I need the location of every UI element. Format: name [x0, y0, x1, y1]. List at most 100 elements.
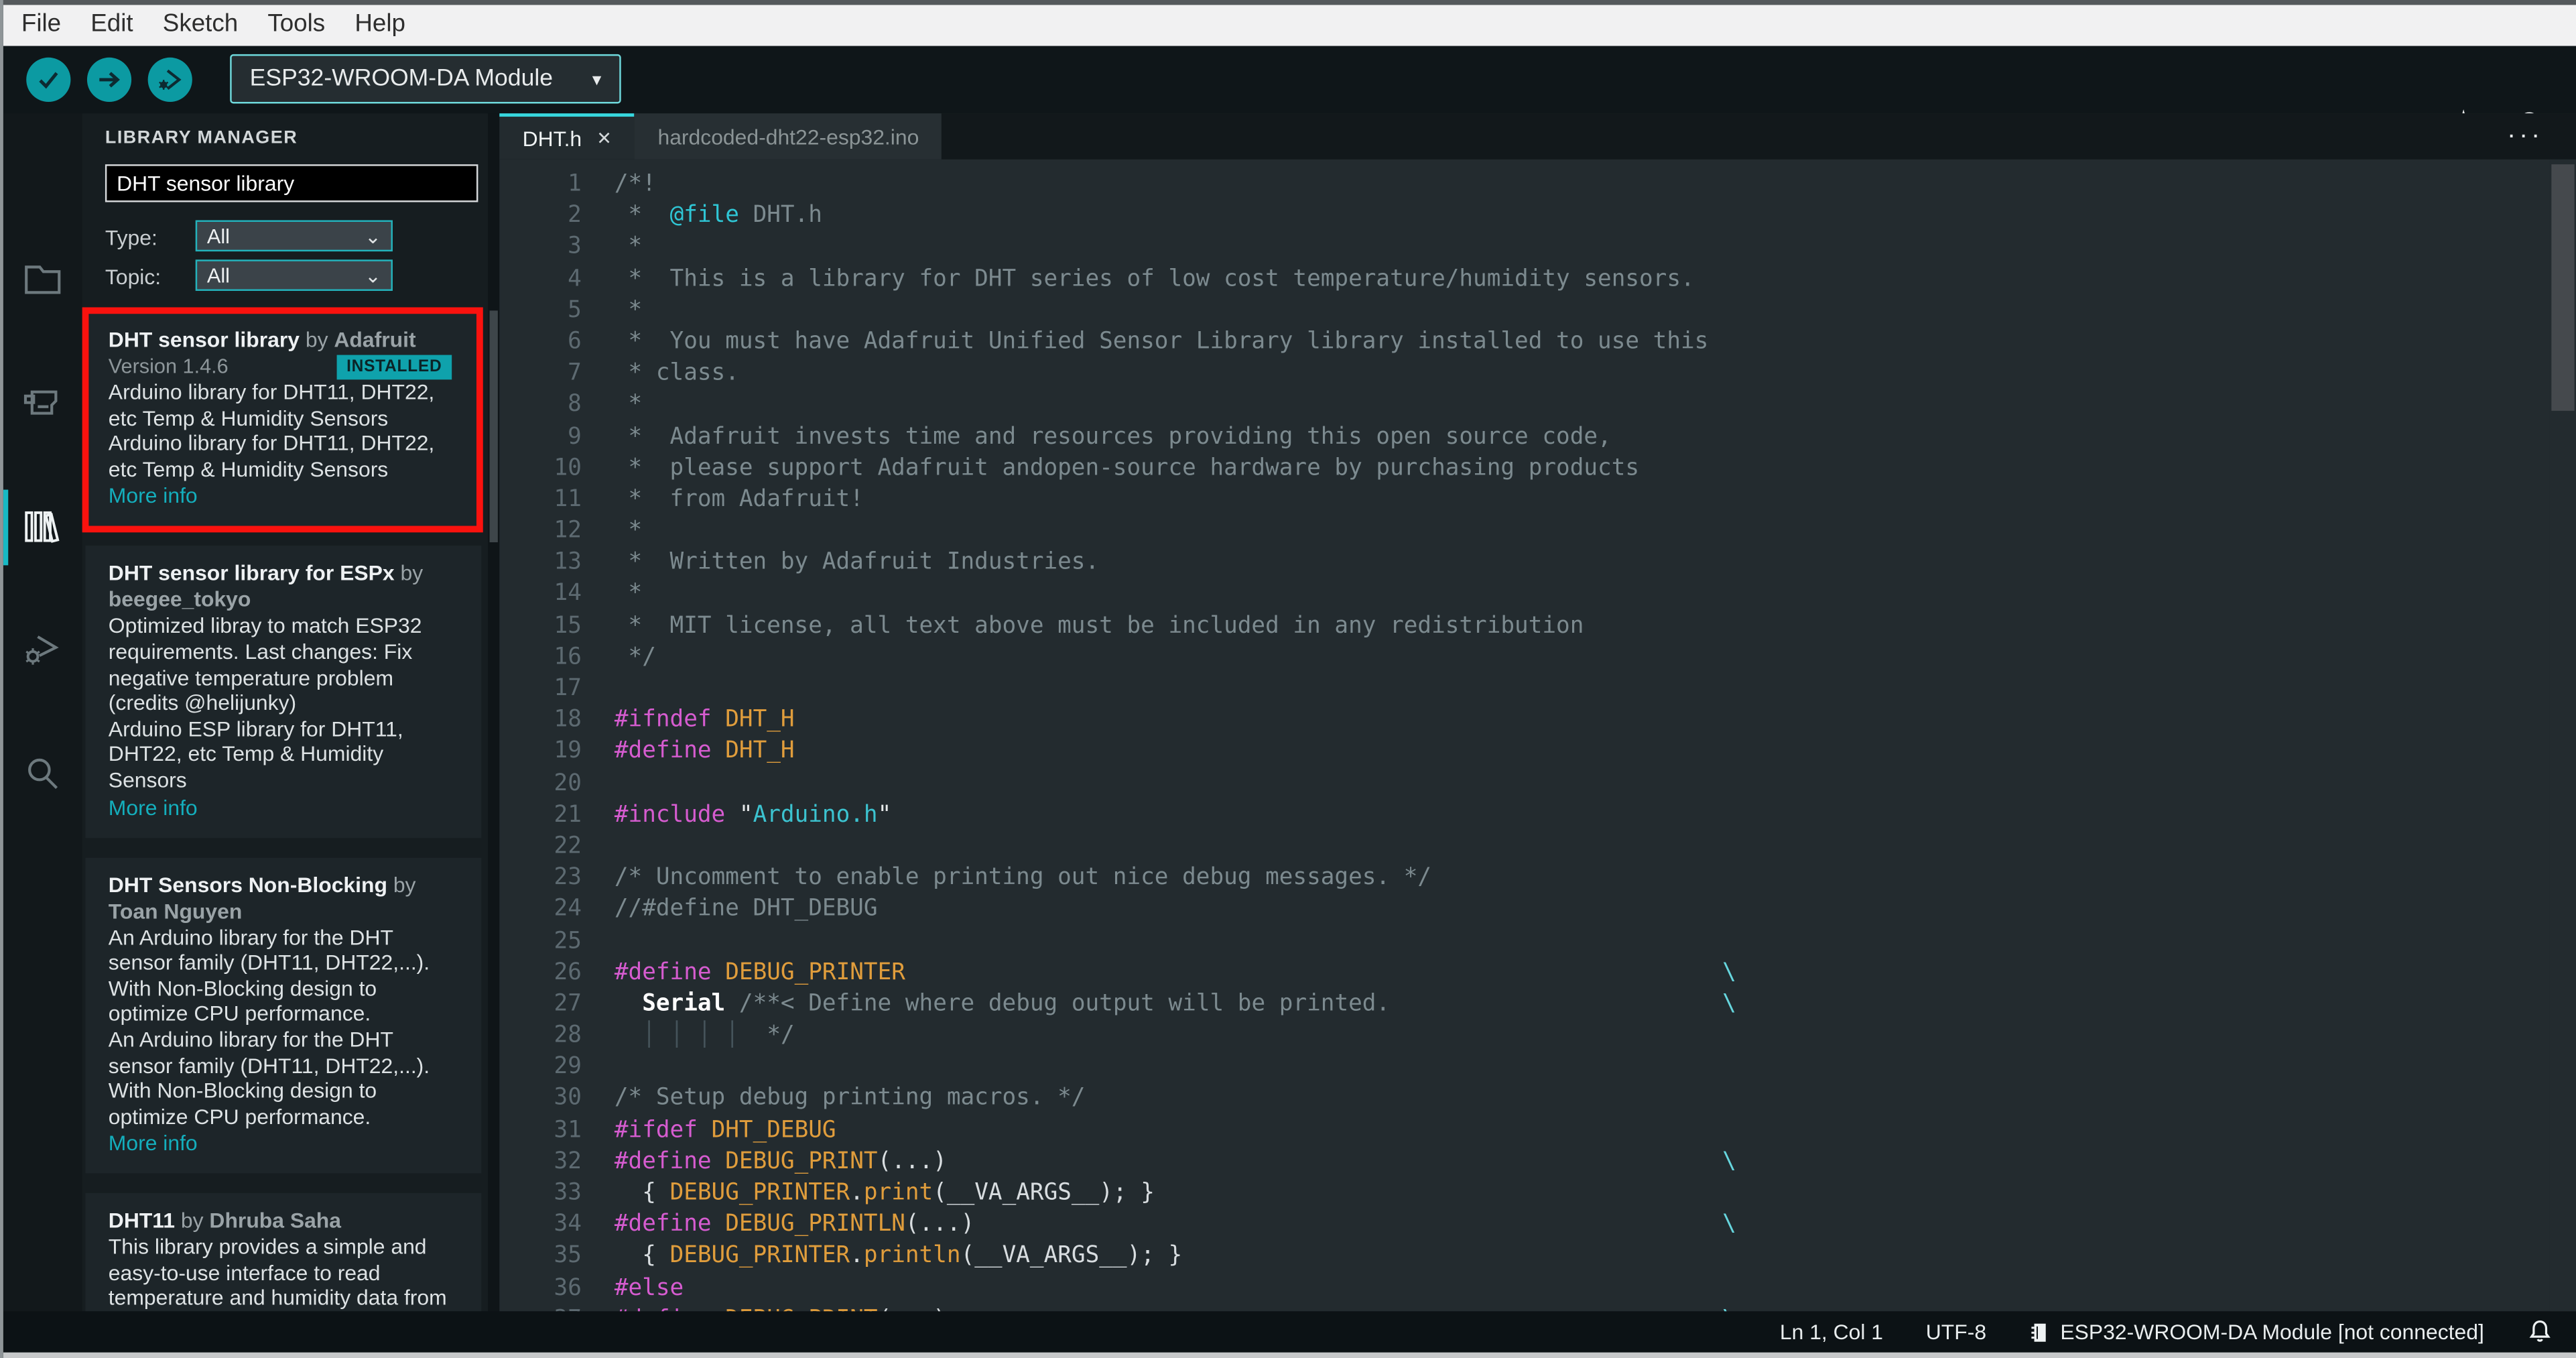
- code-line: 4 * This is a library for DHT series of …: [499, 264, 2550, 296]
- line-number: 10: [554, 454, 582, 481]
- library-description-line: sensor family (DHT11, DHT22,...).: [108, 950, 430, 975]
- library-description-line: easy-to-use interface to read: [108, 1260, 381, 1285]
- code-text: *: [614, 517, 643, 544]
- code-line: 16 */: [499, 642, 2550, 674]
- menu-sketch[interactable]: Sketch: [148, 5, 253, 45]
- notifications-button[interactable]: [2527, 1318, 2553, 1346]
- arduino-ide-window: File Edit Sketch Tools Help ESP32-WROOM-DA M…: [0, 0, 2576, 1358]
- library-description-line: Arduino ESP library for DHT11,: [108, 716, 403, 741]
- code-line: 11 * from Adafruit!: [499, 485, 2550, 516]
- code-text: * class.: [614, 360, 739, 387]
- upload-button[interactable]: [86, 57, 132, 102]
- line-number: 25: [554, 927, 582, 954]
- close-icon[interactable]: ✕: [596, 127, 612, 148]
- code-text: /* Setup debug printing macros. */: [614, 1085, 1086, 1112]
- sidebar-item-search[interactable]: [3, 735, 82, 814]
- verify-button[interactable]: [26, 57, 71, 102]
- menu-file[interactable]: File: [7, 5, 76, 45]
- status-bar: Ln 1, Col 1 UTF-8 ESP32-WROOM-DA Module …: [3, 1311, 2576, 1353]
- library-author: Toan Nguyen: [108, 898, 243, 923]
- code-line: 35 { DEBUG_PRINTER.println(__VA_ARGS__);…: [499, 1241, 2550, 1273]
- encoding-label: UTF-8: [1925, 1319, 1987, 1345]
- code-line: 21 #include "Arduino.h": [499, 800, 2550, 831]
- library-card-title: DHT sensor library for ESPx by: [109, 561, 462, 587]
- library-by: by: [299, 326, 334, 352]
- arrow-right-icon: [99, 71, 120, 87]
- library-card-title: DHT sensor library by Adafruit: [109, 327, 462, 353]
- editor-scrollbar-thumb[interactable]: [2551, 164, 2575, 411]
- line-number: 35: [554, 1243, 582, 1270]
- code-line: 37 #define DEBUG_PRINT(...) \: [499, 1304, 2550, 1311]
- line-number: 7: [568, 360, 582, 387]
- line-number: 6: [568, 328, 582, 355]
- line-number: 24: [554, 896, 582, 923]
- library-description-line: temperature and humidity data from: [108, 1286, 447, 1311]
- more-info-link[interactable]: More info: [109, 794, 462, 820]
- library-description-line: optimize CPU performance.: [108, 1001, 371, 1026]
- code-line: 2 * @file DHT.h: [499, 201, 2550, 233]
- line-number: 23: [554, 864, 582, 891]
- tab-overflow-menu[interactable]: ···: [2497, 113, 2553, 160]
- line-number: 11: [554, 486, 582, 513]
- board-status-label: ESP32-WROOM-DA Module [not connected]: [2060, 1319, 2484, 1345]
- library-by: by: [387, 871, 416, 897]
- code-text: #else: [614, 1274, 684, 1301]
- more-info-link[interactable]: More info: [109, 484, 462, 510]
- panel-scrollbar-thumb[interactable]: [489, 310, 498, 543]
- tab-label: hardcoded-dht22-esp32.ino: [657, 124, 919, 149]
- debug-button[interactable]: [147, 57, 192, 102]
- line-number: 27: [554, 991, 582, 1017]
- menu-tools[interactable]: Tools: [253, 5, 340, 45]
- library-card-title: DHT11 by Dhruba Saha: [109, 1209, 462, 1235]
- library-search-input[interactable]: [105, 164, 478, 202]
- code-text: #include "Arduino.h": [614, 801, 892, 828]
- library-card[interactable]: DHT Sensors Non-Blocking by Toan Nguyen An…: [85, 857, 482, 1174]
- sidebar-item-boards-manager[interactable]: [3, 363, 82, 442]
- menu-edit[interactable]: Edit: [76, 5, 148, 45]
- line-number: 22: [554, 832, 582, 860]
- board-status[interactable]: ESP32-WROOM-DA Module [not connected]: [2029, 1319, 2484, 1345]
- code-text: * Written by Adafruit Industries.: [614, 549, 1100, 576]
- sidebar-item-debug[interactable]: [3, 611, 82, 690]
- line-number: 2: [568, 202, 582, 229]
- code-line: 36 #else: [499, 1273, 2550, 1304]
- line-number: 32: [554, 1148, 582, 1175]
- debug-bug-icon: [25, 635, 59, 665]
- line-number: 26: [554, 959, 582, 986]
- code-line: 5 *: [499, 296, 2550, 327]
- line-number: 1: [568, 170, 582, 198]
- line-number: 8: [568, 391, 582, 418]
- code-line: 9 * Adafruit invests time and resources …: [499, 422, 2550, 453]
- board-selector[interactable]: ESP32-WROOM-DA Module ▾: [230, 54, 621, 105]
- library-description-line: With Non-Blocking design to: [108, 1078, 377, 1103]
- library-description-line: sensor family (DHT11, DHT22,...).: [108, 1052, 430, 1078]
- sidebar-item-library-manager[interactable]: [3, 488, 82, 567]
- line-number: 33: [554, 1180, 582, 1207]
- folder-icon: [25, 265, 61, 294]
- tab-DHT.h[interactable]: DHT.h ✕: [499, 113, 635, 160]
- topic-filter-select[interactable]: All ⌄: [195, 259, 393, 291]
- menu-help[interactable]: Help: [340, 5, 420, 45]
- library-card[interactable]: DHT11 by Dhruba Saha This library provide…: [85, 1193, 482, 1312]
- library-card[interactable]: DHT sensor library by Adafruit Version 1.…: [85, 312, 482, 527]
- code-line: 18 #ifndef DHT_H: [499, 705, 2550, 737]
- tab-hardcoded-dht22-esp32.ino[interactable]: hardcoded-dht22-esp32.ino: [635, 113, 942, 160]
- code-line: 8 *: [499, 390, 2550, 422]
- library-description-line: Arduino library for DHT11, DHT22,: [108, 430, 435, 456]
- window-bottom-border: [3, 1352, 2576, 1358]
- topic-filter-value: All: [206, 263, 230, 287]
- code-line: 6 * You must have Adafruit Unified Senso…: [499, 327, 2550, 359]
- installed-badge: INSTALLED: [336, 355, 452, 380]
- code-text: *: [614, 297, 643, 324]
- code-text: * from Adafruit!: [614, 486, 864, 513]
- type-filter-select[interactable]: All ⌄: [195, 220, 393, 252]
- panel-title: LIBRARY MANAGER: [105, 128, 298, 148]
- code-editor[interactable]: 1/*! 2 * @file DHT.h 3 * 4 * This is a libr…: [499, 160, 2550, 1311]
- editor-tab-bar: DHT.h ✕ hardcoded-dht22-esp32.ino ···: [499, 113, 2576, 160]
- debug-icon: [159, 69, 182, 90]
- line-number: 12: [554, 517, 582, 544]
- library-card[interactable]: DHT sensor library for ESPx by beegee_tok…: [85, 546, 482, 838]
- line-number: 34: [554, 1211, 582, 1238]
- more-info-link[interactable]: More info: [109, 1131, 462, 1157]
- sidebar-item-sketchbook[interactable]: [3, 240, 82, 319]
